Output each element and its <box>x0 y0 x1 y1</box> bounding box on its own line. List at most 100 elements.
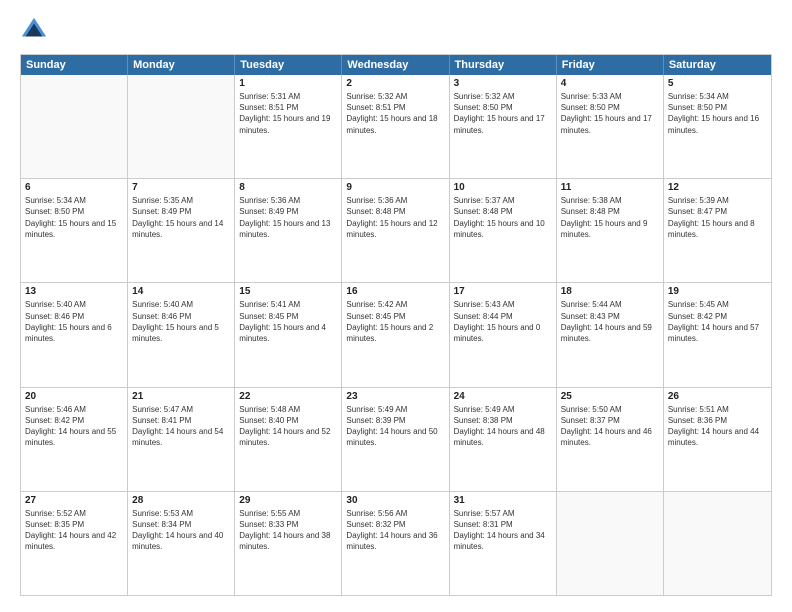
day-number: 19 <box>668 286 767 297</box>
day-number: 5 <box>668 78 767 89</box>
cell-info: Sunrise: 5:36 AM Sunset: 8:49 PM Dayligh… <box>239 195 337 240</box>
day-number: 25 <box>561 391 659 402</box>
calendar-cell: 22 Sunrise: 5:48 AM Sunset: 8:40 PM Dayli… <box>235 388 342 491</box>
cell-info: Sunrise: 5:46 AM Sunset: 8:42 PM Dayligh… <box>25 404 123 449</box>
cell-info: Sunrise: 5:44 AM Sunset: 8:43 PM Dayligh… <box>561 299 659 344</box>
day-number: 23 <box>346 391 444 402</box>
day-number: 10 <box>454 182 552 193</box>
day-number: 20 <box>25 391 123 402</box>
calendar-header-cell: Wednesday <box>342 55 449 75</box>
day-number: 30 <box>346 495 444 506</box>
calendar-cell: 8Sunrise: 5:36 AM Sunset: 8:49 PM Daylig… <box>235 179 342 282</box>
calendar-cell: 2 Sunrise: 5:32 AM Sunset: 8:51 PM Daylig… <box>342 75 449 178</box>
calendar-header-cell: Monday <box>128 55 235 75</box>
day-number: 11 <box>561 182 659 193</box>
day-number: 28 <box>132 495 230 506</box>
day-number: 21 <box>132 391 230 402</box>
cell-info: Sunrise: 5:45 AM Sunset: 8:42 PM Dayligh… <box>668 299 767 344</box>
calendar-week: 13 Sunrise: 5:40 AM Sunset: 8:46 PM Dayli… <box>21 283 771 387</box>
cell-info: Sunrise: 5:56 AM Sunset: 8:32 PM Dayligh… <box>346 508 444 553</box>
calendar-cell: 1 Sunrise: 5:31 AM Sunset: 8:51 PM Daylig… <box>235 75 342 178</box>
calendar-cell: 11 Sunrise: 5:38 AM Sunset: 8:48 PM Dayli… <box>557 179 664 282</box>
calendar-cell <box>557 492 664 595</box>
day-number: 3 <box>454 78 552 89</box>
day-number: 27 <box>25 495 123 506</box>
calendar-cell: 3 Sunrise: 5:32 AM Sunset: 8:50 PM Daylig… <box>450 75 557 178</box>
cell-info: Sunrise: 5:47 AM Sunset: 8:41 PM Dayligh… <box>132 404 230 449</box>
calendar-cell: 29Sunrise: 5:55 AM Sunset: 8:33 PM Dayli… <box>235 492 342 595</box>
page: SundayMondayTuesdayWednesdayThursdayFrid… <box>0 0 792 612</box>
cell-info: Sunrise: 5:31 AM Sunset: 8:51 PM Dayligh… <box>239 91 337 136</box>
header <box>20 16 772 44</box>
calendar-cell <box>664 492 771 595</box>
calendar-week: 6 Sunrise: 5:34 AM Sunset: 8:50 PM Daylig… <box>21 179 771 283</box>
logo <box>20 16 52 44</box>
day-number: 26 <box>668 391 767 402</box>
calendar-week: 27 Sunrise: 5:52 AM Sunset: 8:35 PM Dayli… <box>21 492 771 595</box>
calendar-cell <box>21 75 128 178</box>
cell-info: Sunrise: 5:32 AM Sunset: 8:51 PM Dayligh… <box>346 91 444 136</box>
calendar-cell: 27 Sunrise: 5:52 AM Sunset: 8:35 PM Dayli… <box>21 492 128 595</box>
day-number: 12 <box>668 182 767 193</box>
cell-info: Sunrise: 5:36 AM Sunset: 8:48 PM Dayligh… <box>346 195 444 240</box>
calendar-cell: 5 Sunrise: 5:34 AM Sunset: 8:50 PM Daylig… <box>664 75 771 178</box>
calendar-cell: 9 Sunrise: 5:36 AM Sunset: 8:48 PM Daylig… <box>342 179 449 282</box>
day-number: 4 <box>561 78 659 89</box>
cell-info: Sunrise: 5:48 AM Sunset: 8:40 PM Dayligh… <box>239 404 337 449</box>
day-number: 22 <box>239 391 337 402</box>
cell-info: Sunrise: 5:34 AM Sunset: 8:50 PM Dayligh… <box>25 195 123 240</box>
day-number: 17 <box>454 286 552 297</box>
calendar-cell: 7Sunrise: 5:35 AM Sunset: 8:49 PM Daylig… <box>128 179 235 282</box>
calendar-cell: 15 Sunrise: 5:41 AM Sunset: 8:45 PM Dayli… <box>235 283 342 386</box>
calendar-cell: 26Sunrise: 5:51 AM Sunset: 8:36 PM Dayli… <box>664 388 771 491</box>
cell-info: Sunrise: 5:34 AM Sunset: 8:50 PM Dayligh… <box>668 91 767 136</box>
calendar-cell: 28 Sunrise: 5:53 AM Sunset: 8:34 PM Dayli… <box>128 492 235 595</box>
calendar-header-cell: Sunday <box>21 55 128 75</box>
day-number: 1 <box>239 78 337 89</box>
cell-info: Sunrise: 5:42 AM Sunset: 8:45 PM Dayligh… <box>346 299 444 344</box>
calendar-cell: 20 Sunrise: 5:46 AM Sunset: 8:42 PM Dayli… <box>21 388 128 491</box>
calendar-body: 1 Sunrise: 5:31 AM Sunset: 8:51 PM Daylig… <box>21 75 771 595</box>
day-number: 18 <box>561 286 659 297</box>
cell-info: Sunrise: 5:32 AM Sunset: 8:50 PM Dayligh… <box>454 91 552 136</box>
day-number: 6 <box>25 182 123 193</box>
calendar-week: 20 Sunrise: 5:46 AM Sunset: 8:42 PM Dayli… <box>21 388 771 492</box>
calendar-cell: 16Sunrise: 5:42 AM Sunset: 8:45 PM Dayli… <box>342 283 449 386</box>
calendar-cell: 23 Sunrise: 5:49 AM Sunset: 8:39 PM Dayli… <box>342 388 449 491</box>
day-number: 29 <box>239 495 337 506</box>
cell-info: Sunrise: 5:38 AM Sunset: 8:48 PM Dayligh… <box>561 195 659 240</box>
cell-info: Sunrise: 5:57 AM Sunset: 8:31 PM Dayligh… <box>454 508 552 553</box>
calendar-cell <box>128 75 235 178</box>
calendar-cell: 30 Sunrise: 5:56 AM Sunset: 8:32 PM Dayli… <box>342 492 449 595</box>
day-number: 13 <box>25 286 123 297</box>
day-number: 31 <box>454 495 552 506</box>
day-number: 14 <box>132 286 230 297</box>
cell-info: Sunrise: 5:50 AM Sunset: 8:37 PM Dayligh… <box>561 404 659 449</box>
cell-info: Sunrise: 5:35 AM Sunset: 8:49 PM Dayligh… <box>132 195 230 240</box>
day-number: 2 <box>346 78 444 89</box>
calendar-cell: 10Sunrise: 5:37 AM Sunset: 8:48 PM Dayli… <box>450 179 557 282</box>
cell-info: Sunrise: 5:52 AM Sunset: 8:35 PM Dayligh… <box>25 508 123 553</box>
calendar-cell: 19 Sunrise: 5:45 AM Sunset: 8:42 PM Dayli… <box>664 283 771 386</box>
cell-info: Sunrise: 5:41 AM Sunset: 8:45 PM Dayligh… <box>239 299 337 344</box>
calendar-cell: 6 Sunrise: 5:34 AM Sunset: 8:50 PM Daylig… <box>21 179 128 282</box>
calendar-cell: 21 Sunrise: 5:47 AM Sunset: 8:41 PM Dayli… <box>128 388 235 491</box>
calendar-header: SundayMondayTuesdayWednesdayThursdayFrid… <box>21 55 771 75</box>
calendar-cell: 13 Sunrise: 5:40 AM Sunset: 8:46 PM Dayli… <box>21 283 128 386</box>
calendar-header-cell: Saturday <box>664 55 771 75</box>
day-number: 9 <box>346 182 444 193</box>
calendar-cell: 31 Sunrise: 5:57 AM Sunset: 8:31 PM Dayli… <box>450 492 557 595</box>
cell-info: Sunrise: 5:40 AM Sunset: 8:46 PM Dayligh… <box>132 299 230 344</box>
day-number: 15 <box>239 286 337 297</box>
cell-info: Sunrise: 5:43 AM Sunset: 8:44 PM Dayligh… <box>454 299 552 344</box>
cell-info: Sunrise: 5:40 AM Sunset: 8:46 PM Dayligh… <box>25 299 123 344</box>
cell-info: Sunrise: 5:33 AM Sunset: 8:50 PM Dayligh… <box>561 91 659 136</box>
cell-info: Sunrise: 5:53 AM Sunset: 8:34 PM Dayligh… <box>132 508 230 553</box>
calendar-cell: 12 Sunrise: 5:39 AM Sunset: 8:47 PM Dayli… <box>664 179 771 282</box>
calendar-week: 1 Sunrise: 5:31 AM Sunset: 8:51 PM Daylig… <box>21 75 771 179</box>
logo-icon <box>20 16 48 44</box>
cell-info: Sunrise: 5:49 AM Sunset: 8:39 PM Dayligh… <box>346 404 444 449</box>
cell-info: Sunrise: 5:39 AM Sunset: 8:47 PM Dayligh… <box>668 195 767 240</box>
cell-info: Sunrise: 5:49 AM Sunset: 8:38 PM Dayligh… <box>454 404 552 449</box>
calendar-cell: 17 Sunrise: 5:43 AM Sunset: 8:44 PM Dayli… <box>450 283 557 386</box>
